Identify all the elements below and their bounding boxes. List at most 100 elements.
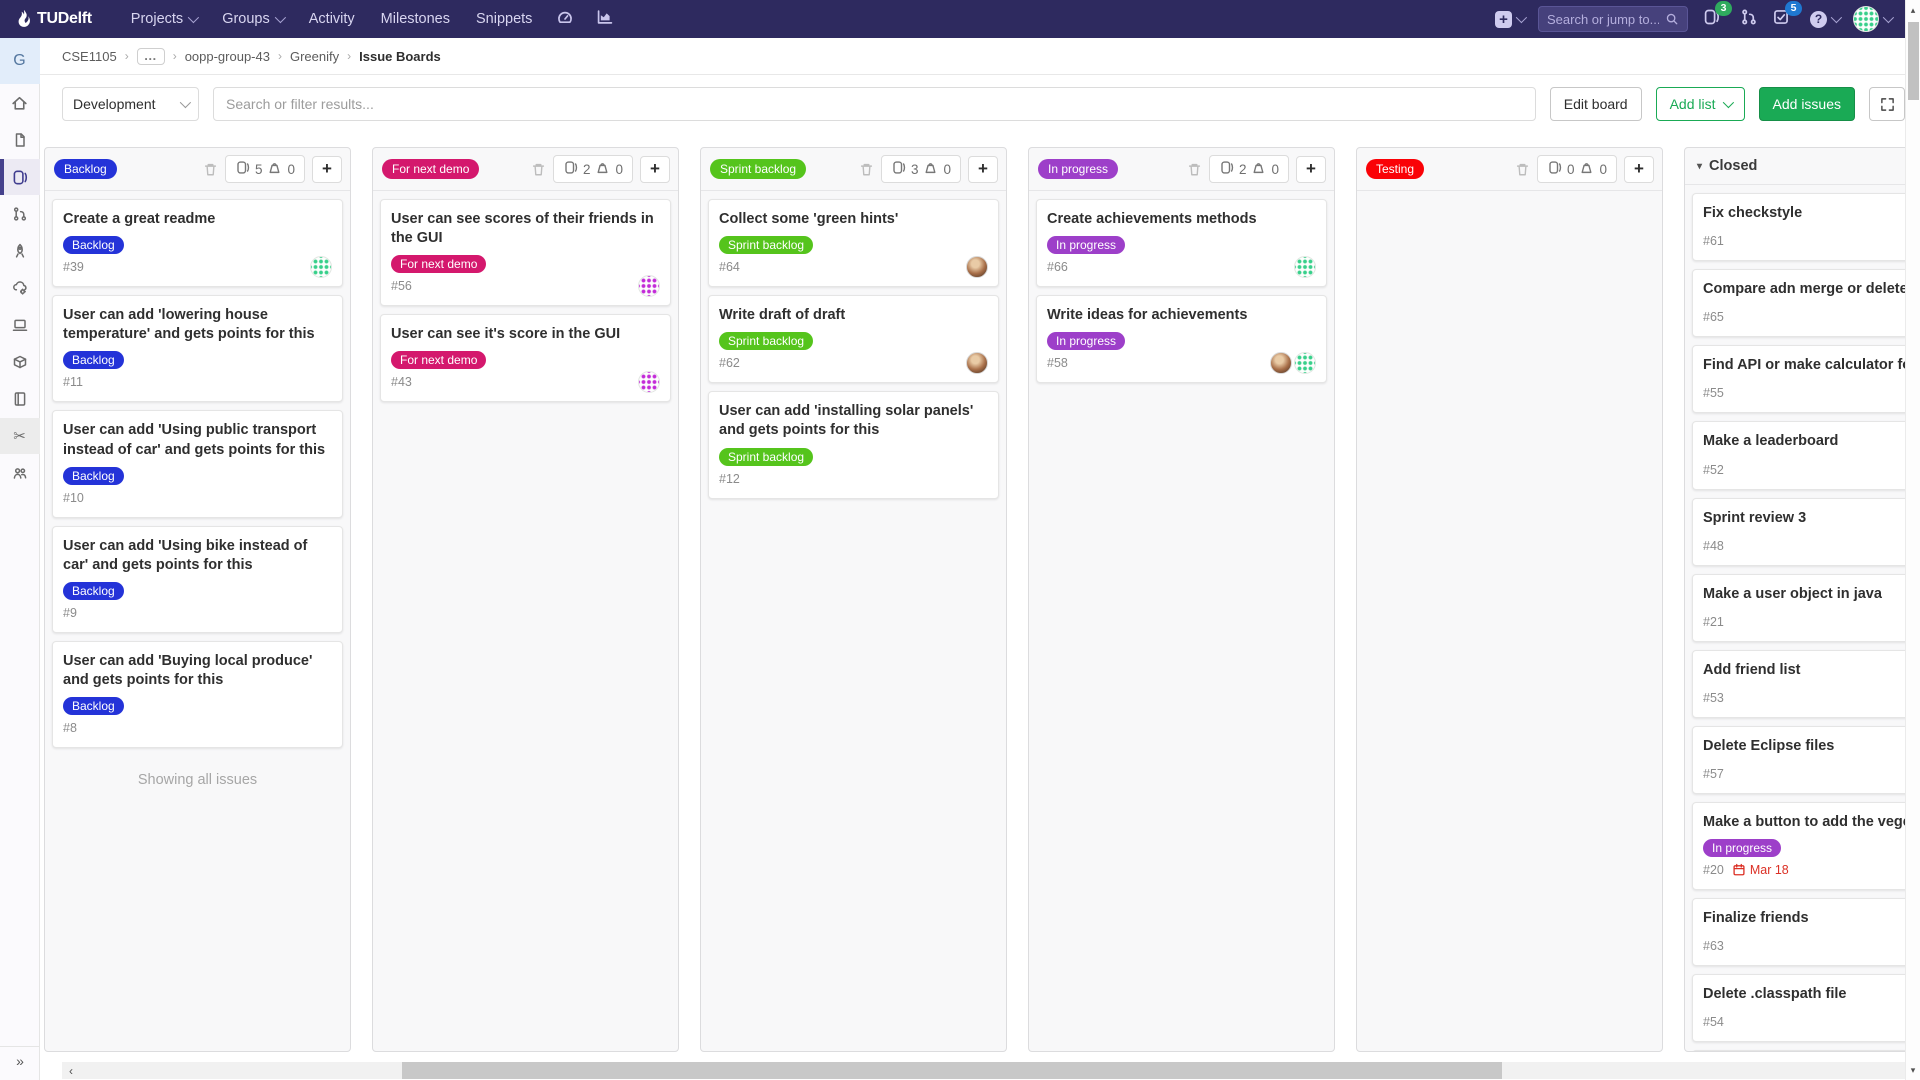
issue-card[interactable]: Write draft of draftSprint backlog#62 — [708, 295, 999, 383]
sidebar-item-snippets[interactable]: ✂ — [0, 418, 40, 454]
operations-dashboard-icon[interactable] — [545, 8, 585, 31]
issue-card[interactable]: Make a user object in java#21 — [1692, 574, 1920, 642]
menu-milestones[interactable]: Milestones — [368, 0, 463, 38]
issue-card[interactable]: Collect some 'green hints'Sprint backlog… — [708, 199, 999, 287]
issue-card[interactable]: Add friend list#53 — [1692, 650, 1920, 718]
issue-label[interactable]: Backlog — [63, 236, 124, 254]
issue-card[interactable]: User can add 'installing solar panels' a… — [708, 391, 999, 498]
delete-list-button[interactable] — [1187, 162, 1202, 177]
issue-card[interactable]: Delete Eclipse files#57 — [1692, 726, 1920, 794]
issue-card[interactable]: Fix checkstyle#61 — [1692, 193, 1920, 261]
issue-label[interactable]: In progress — [1047, 332, 1125, 350]
sidebar-item-merge-requests[interactable] — [0, 196, 40, 232]
vertical-scroll-thumb[interactable] — [1908, 22, 1919, 100]
sidebar-item-packages[interactable] — [0, 344, 40, 380]
sidebar-item-repository[interactable] — [0, 122, 40, 158]
issue-label[interactable]: Sprint backlog — [719, 448, 813, 466]
breadcrumb-item[interactable]: CSE1105 — [62, 49, 117, 64]
issue-card[interactable]: User can add 'Buying local produce' and … — [52, 641, 343, 748]
project-avatar[interactable]: G — [0, 38, 40, 84]
new-issue-in-list-button[interactable]: + — [968, 156, 998, 183]
assignee-avatar[interactable] — [1294, 352, 1316, 374]
global-search-input[interactable] — [1547, 12, 1659, 27]
list-label[interactable]: For next demo — [382, 159, 479, 179]
list-label[interactable]: Testing — [1366, 159, 1424, 179]
issue-card[interactable]: Create a great readmeBacklog#39 — [52, 199, 343, 287]
sidebar-item-operations[interactable] — [0, 270, 40, 306]
assignee-avatar[interactable] — [1294, 256, 1316, 278]
issue-label[interactable]: In progress — [1047, 236, 1125, 254]
new-menu-button[interactable]: + — [1495, 11, 1524, 28]
issue-label[interactable]: For next demo — [391, 255, 486, 273]
scroll-up-arrow[interactable]: ▴ — [1906, 2, 1920, 18]
new-issue-in-list-button[interactable]: + — [640, 156, 670, 183]
issue-label[interactable]: Backlog — [63, 582, 124, 600]
list-label[interactable]: In progress — [1038, 159, 1118, 179]
delete-list-button[interactable] — [1515, 162, 1530, 177]
assignee-avatar[interactable] — [1270, 352, 1292, 374]
menu-groups[interactable]: Groups — [209, 0, 296, 38]
issue-card[interactable]: UserServiceClass#50 — [1692, 1050, 1920, 1051]
assignee-avatar[interactable] — [310, 256, 332, 278]
issue-card[interactable]: Write ideas for achievementsIn progress#… — [1036, 295, 1327, 383]
board-filter-input[interactable] — [213, 87, 1536, 121]
toggle-focus-mode-button[interactable] — [1869, 87, 1905, 121]
issue-label[interactable]: In progress — [1703, 839, 1781, 857]
vertical-scrollbar[interactable]: ▴ ▾ — [1905, 0, 1920, 1080]
statistics-icon[interactable] — [585, 8, 625, 31]
add-issues-button[interactable]: Add issues — [1759, 87, 1855, 121]
gitlab-logo[interactable]: TUDelft — [18, 10, 92, 28]
issue-card[interactable]: Delete .classpath file#54 — [1692, 974, 1920, 1042]
board-switcher-select[interactable]: Development — [62, 87, 199, 121]
assignee-avatar[interactable] — [638, 371, 660, 393]
scroll-down-arrow[interactable]: ▾ — [1906, 1062, 1920, 1078]
issue-label[interactable]: Sprint backlog — [719, 332, 813, 350]
merge-requests-dropdown[interactable] — [1740, 8, 1758, 31]
horizontal-scroll-thumb[interactable] — [402, 1062, 1502, 1079]
issue-card[interactable]: Sprint review 3#48 — [1692, 498, 1920, 566]
list-label[interactable]: Backlog — [54, 159, 117, 179]
sidebar-item-wiki[interactable] — [0, 381, 40, 417]
issue-label[interactable]: Backlog — [63, 467, 124, 485]
scroll-left-arrow[interactable]: ‹ — [62, 1062, 80, 1079]
assignee-avatar[interactable] — [966, 352, 988, 374]
new-issue-in-list-button[interactable]: + — [1296, 156, 1326, 183]
edit-board-button[interactable]: Edit board — [1550, 87, 1642, 121]
sidebar-item-ci-cd[interactable] — [0, 233, 40, 269]
list-label[interactable]: Sprint backlog — [710, 159, 806, 179]
sidebar-item-members[interactable] — [0, 455, 40, 491]
horizontal-scrollbar[interactable]: ‹ › — [62, 1062, 1920, 1079]
issue-card[interactable]: Find API or make calculator for CO2#55 — [1692, 345, 1920, 413]
issue-card[interactable]: User can see it's score in the GUIFor ne… — [380, 314, 671, 402]
issue-card[interactable]: Make a leaderboard#52 — [1692, 421, 1920, 489]
user-menu[interactable] — [1853, 6, 1891, 32]
breadcrumb-ellipsis-button[interactable]: … — [137, 48, 165, 65]
delete-list-button[interactable] — [859, 162, 874, 177]
delete-list-button[interactable] — [203, 162, 218, 177]
issues-dropdown[interactable]: 3 — [1702, 8, 1720, 31]
issue-card[interactable]: Make a button to add the vegetarianIn pr… — [1692, 802, 1920, 890]
global-search[interactable] — [1538, 6, 1688, 32]
issue-card[interactable]: User can add 'lowering house temperature… — [52, 295, 343, 402]
new-issue-in-list-button[interactable]: + — [1624, 156, 1654, 183]
sidebar-item-home[interactable] — [0, 85, 40, 121]
issue-card[interactable]: User can see scores of their friends in … — [380, 199, 671, 306]
issue-card[interactable]: User can add 'Using bike instead of car'… — [52, 526, 343, 633]
assignee-avatar[interactable] — [638, 275, 660, 297]
breadcrumb-item[interactable]: Greenify — [290, 49, 339, 64]
sidebar-item-environments[interactable] — [0, 307, 40, 343]
todos-dropdown[interactable]: 5 — [1772, 8, 1790, 31]
issue-label[interactable]: Backlog — [63, 351, 124, 369]
issue-label[interactable]: Sprint backlog — [719, 236, 813, 254]
breadcrumb-item[interactable]: oopp-group-43 — [185, 49, 270, 64]
issue-label[interactable]: Backlog — [63, 697, 124, 715]
sidebar-collapse-button[interactable]: » — [0, 1046, 40, 1074]
help-menu[interactable]: ? — [1810, 11, 1839, 28]
issue-label[interactable]: For next demo — [391, 351, 486, 369]
new-issue-in-list-button[interactable]: + — [312, 156, 342, 183]
add-list-button[interactable]: Add list — [1656, 87, 1745, 121]
issue-card[interactable]: Compare adn merge or delete old b#65 — [1692, 269, 1920, 337]
issue-card[interactable]: Finalize friends#63 — [1692, 898, 1920, 966]
menu-snippets[interactable]: Snippets — [463, 0, 545, 38]
menu-activity[interactable]: Activity — [296, 0, 368, 38]
